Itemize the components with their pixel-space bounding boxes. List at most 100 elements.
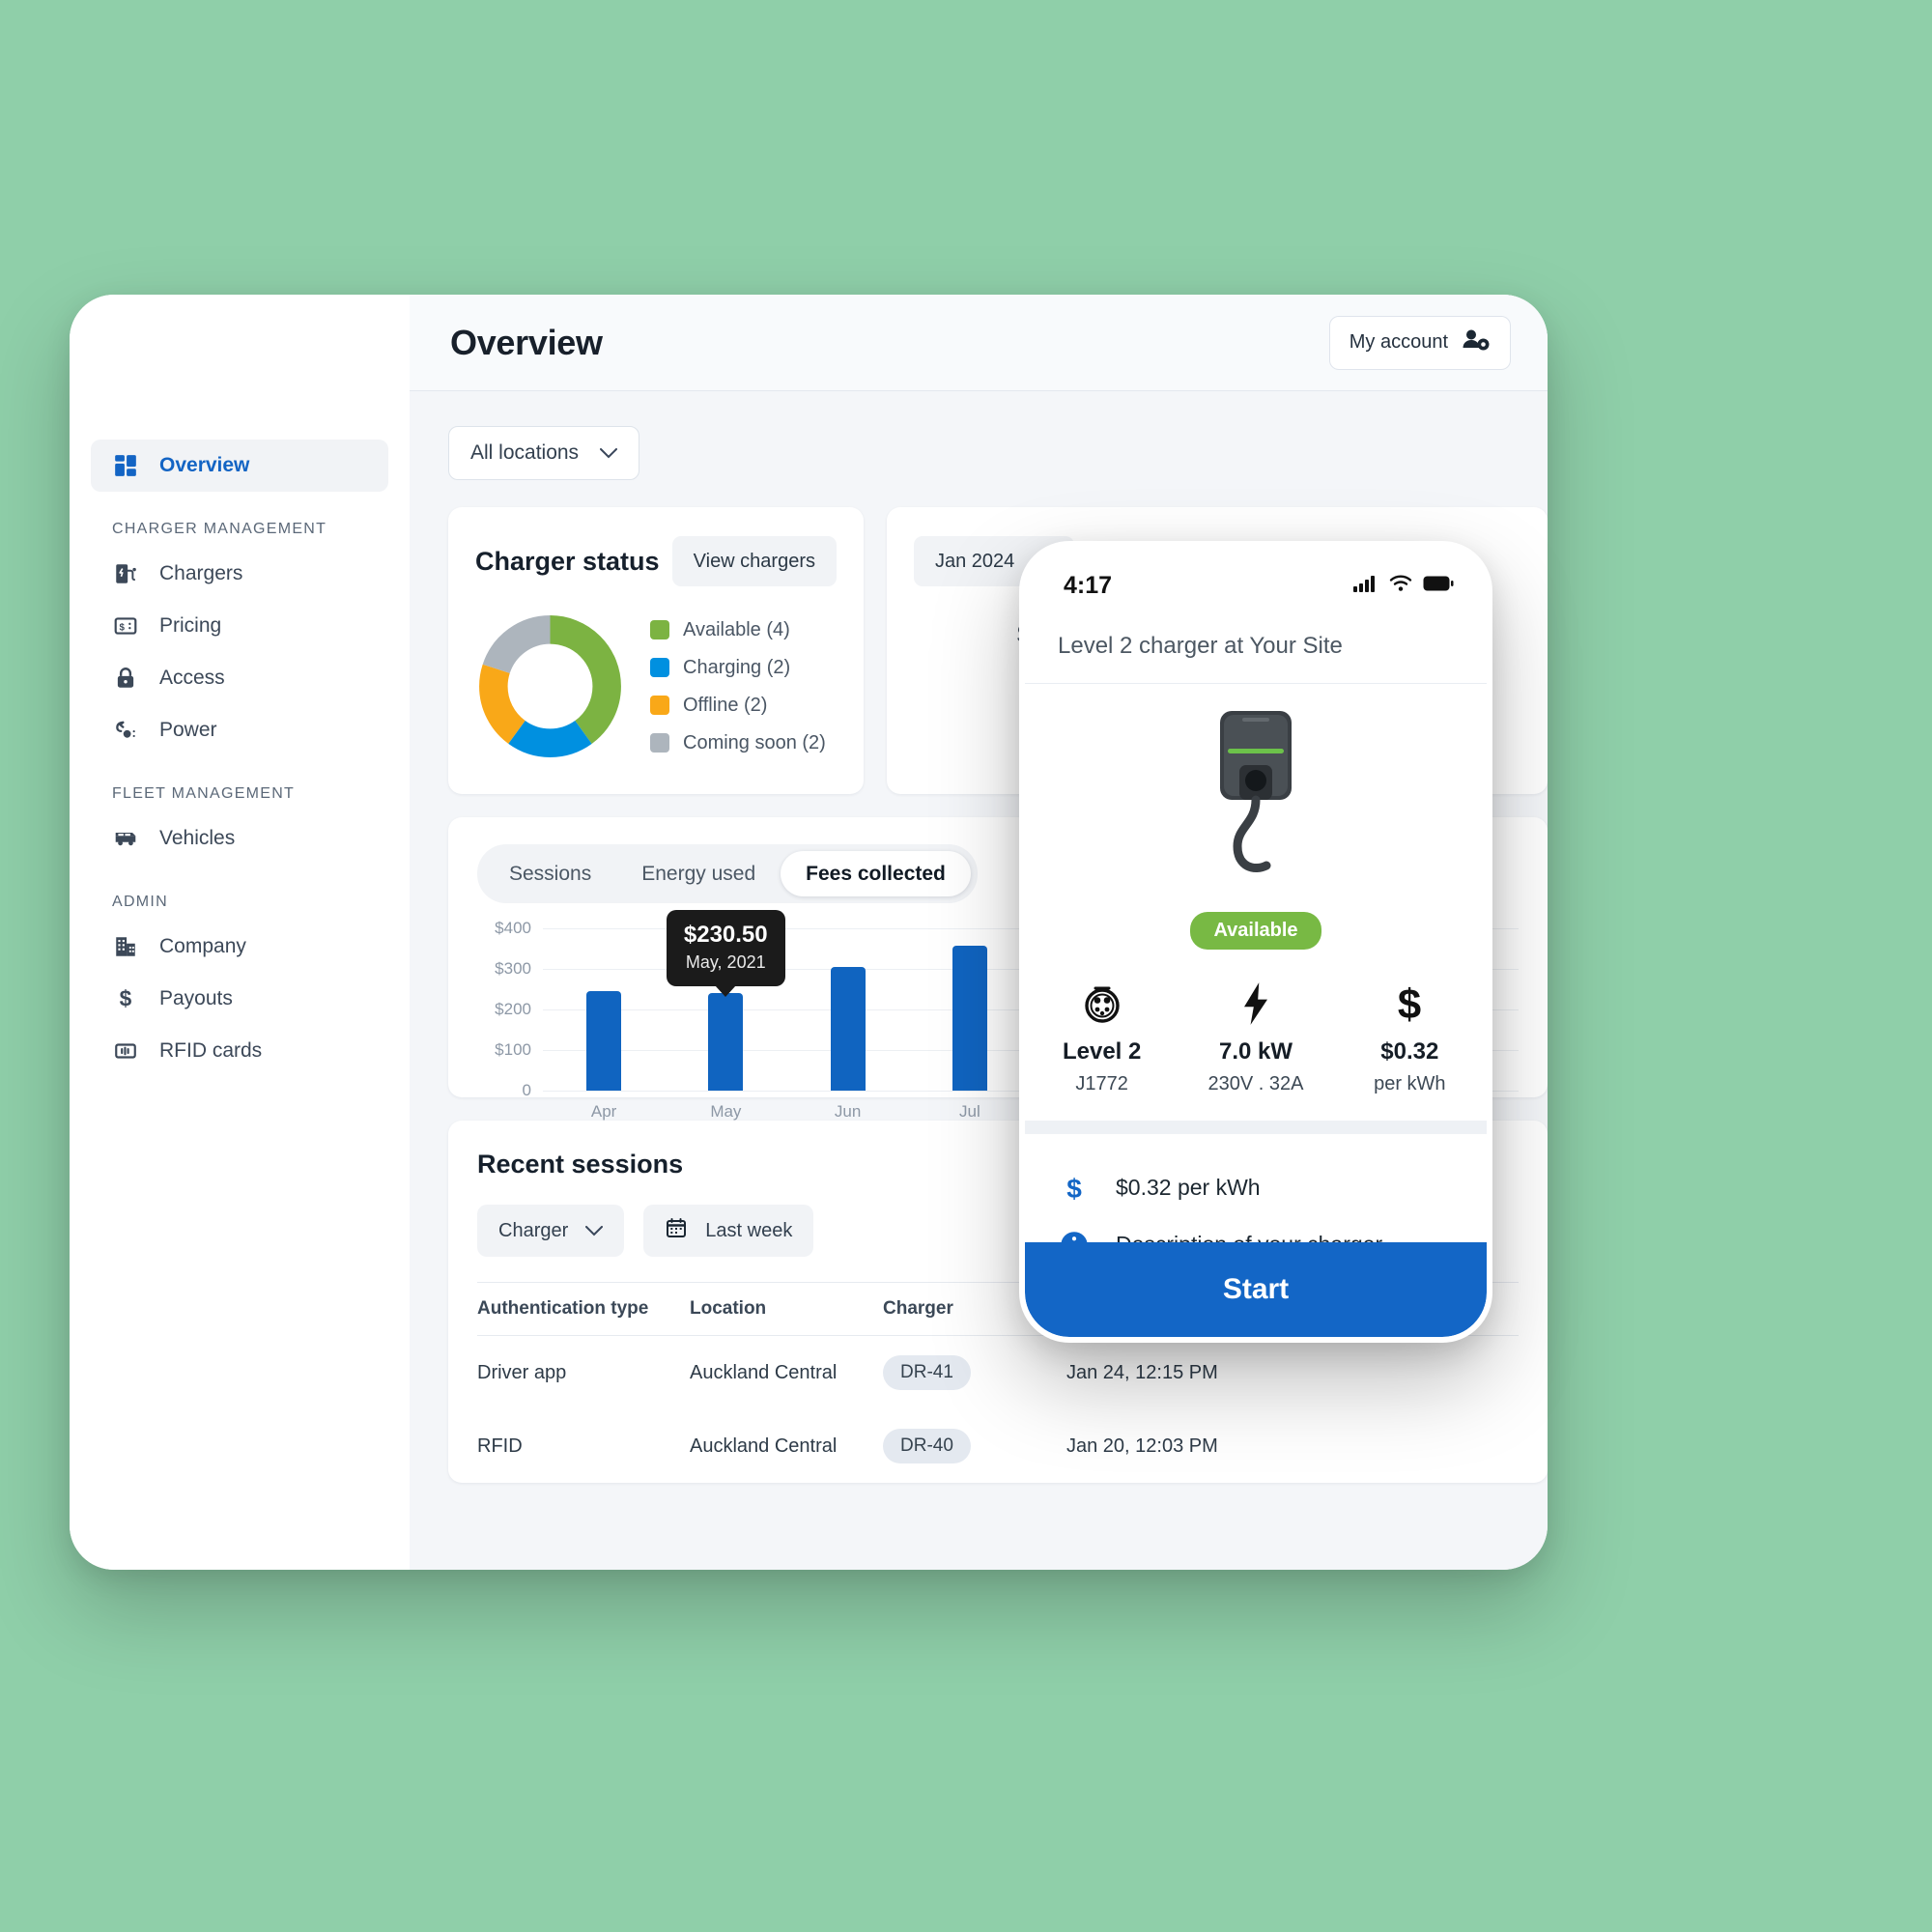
section-divider xyxy=(1025,1121,1487,1134)
location-filter-label: All locations xyxy=(470,441,580,464)
sidebar-group-admin: ADMIN xyxy=(112,894,168,910)
sidebar-item-access[interactable]: Access xyxy=(91,652,388,704)
chevron-down-icon xyxy=(585,1225,604,1236)
svg-text:$: $ xyxy=(1398,981,1421,1027)
sidebar-item-payouts[interactable]: $ Payouts xyxy=(91,973,388,1025)
date-range-filter[interactable]: Last week xyxy=(643,1205,814,1257)
dollar-icon: $ xyxy=(1333,979,1487,1029)
charger-photo xyxy=(1025,684,1487,906)
sidebar-item-power[interactable]: Power xyxy=(91,704,388,756)
j1772-connector-icon xyxy=(1025,979,1179,1029)
spec-sub: per kWh xyxy=(1374,1073,1446,1094)
tooltip-value: $230.50 xyxy=(683,922,768,949)
y-axis-tick: $400 xyxy=(495,919,531,937)
cell-location: Auckland Central xyxy=(690,1361,838,1383)
chart-bar[interactable] xyxy=(830,966,866,1091)
chart-bar[interactable] xyxy=(586,991,622,1091)
rfid-card-icon xyxy=(112,1038,138,1065)
sidebar-item-label: Power xyxy=(159,719,217,741)
battery-icon xyxy=(1423,575,1454,597)
spec-power: 7.0 kW 230V . 32A xyxy=(1179,979,1332,1095)
spec-price: $ $0.32 per kWh xyxy=(1333,979,1487,1095)
metric-tabs: Sessions Energy used Fees collected xyxy=(477,844,978,903)
charger-filter-dropdown[interactable]: Charger xyxy=(477,1205,625,1257)
ev-charger-icon xyxy=(112,561,138,587)
building-icon xyxy=(112,934,138,960)
location-filter-dropdown[interactable]: All locations xyxy=(448,426,640,480)
bolt-icon xyxy=(1179,979,1332,1029)
table-row[interactable]: RFID Auckland Central DR-40 Jan 20, 12:0… xyxy=(477,1409,1519,1483)
sidebar-item-label: Company xyxy=(159,935,246,957)
charger-title: Level 2 charger at Your Site xyxy=(1025,606,1487,684)
charger-filter-label: Charger xyxy=(498,1219,569,1241)
sidebar-item-overview[interactable]: Overview xyxy=(91,440,388,492)
price-tag-icon: $ xyxy=(112,613,138,639)
svg-text:$: $ xyxy=(119,622,125,633)
view-chargers-button[interactable]: View chargers xyxy=(671,536,837,586)
col-authentication-type[interactable]: Authentication type xyxy=(477,1282,690,1336)
sidebar-group-fleet-management: FLEET MANAGEMENT xyxy=(112,785,296,802)
dollar-icon: $ xyxy=(112,986,138,1012)
tab-fees-collected[interactable]: Fees collected xyxy=(781,851,971,896)
status-time: 4:17 xyxy=(1064,572,1113,599)
spec-connector: Level 2 J1772 xyxy=(1025,979,1179,1095)
legend-swatch-offline xyxy=(650,696,669,715)
charger-status-title: Charger status xyxy=(475,546,660,576)
legend-label: Offline (2) xyxy=(683,694,768,716)
y-axis-tick: 0 xyxy=(522,1081,531,1099)
sidebar-item-pricing[interactable]: $ Pricing xyxy=(91,600,388,652)
x-axis-tick: Jul xyxy=(959,1102,980,1121)
spec-sub: 230V . 32A xyxy=(1208,1073,1304,1094)
sidebar-item-company[interactable]: Company xyxy=(91,921,388,973)
charger-status-legend: Available (4) Charging (2) Offline (2) C… xyxy=(650,619,826,754)
charger-chip: DR-40 xyxy=(883,1429,971,1463)
charger-specs: Level 2 J1772 7.0 kW 230V . 32A $ $0.32 … xyxy=(1025,979,1487,1095)
spec-sub: J1772 xyxy=(1075,1073,1128,1094)
sidebar-item-label: Vehicles xyxy=(159,827,236,849)
chart-tooltip: $230.50 May, 2021 xyxy=(666,910,785,998)
cell-location: Auckland Central xyxy=(690,1435,838,1457)
cell-start-time: Jan 20, 12:03 PM xyxy=(1066,1435,1218,1457)
sidebar-item-label: Chargers xyxy=(159,562,243,584)
plug-icon xyxy=(112,718,138,744)
lock-icon xyxy=(112,666,138,692)
calendar-icon xyxy=(665,1216,688,1245)
sidebar-item-chargers[interactable]: Chargers xyxy=(91,548,388,600)
sidebar-item-vehicles[interactable]: Vehicles xyxy=(91,812,388,865)
legend-swatch-coming-soon xyxy=(650,733,669,753)
legend-label: Available (4) xyxy=(683,618,790,640)
sidebar-group-charger-management: CHARGER MANAGEMENT xyxy=(112,521,327,537)
svg-text:$: $ xyxy=(119,986,131,1011)
legend-item: Charging (2) xyxy=(650,657,826,679)
cell-start-time: Jan 24, 12:15 PM xyxy=(1066,1361,1218,1383)
info-text: $0.32 per kWh xyxy=(1116,1175,1261,1200)
table-row[interactable]: Driver app Auckland Central DR-41 Jan 24… xyxy=(477,1336,1519,1410)
legend-swatch-available xyxy=(650,620,669,639)
tab-energy-used[interactable]: Energy used xyxy=(616,851,781,896)
sidebar-item-label: Overview xyxy=(159,454,250,476)
cell-auth: Driver app xyxy=(477,1361,567,1383)
dollar-icon: $ xyxy=(1058,1173,1091,1204)
y-axis-tick: $100 xyxy=(495,1040,531,1059)
sidebar-item-label: RFID cards xyxy=(159,1039,263,1062)
chart-bar[interactable] xyxy=(952,945,987,1091)
sidebar-item-rfid-cards[interactable]: RFID cards xyxy=(91,1025,388,1077)
phone-status-bar: 4:17 xyxy=(1025,547,1487,606)
legend-label: Coming soon (2) xyxy=(683,731,826,753)
charger-status-card: Charger status View chargers Available (… xyxy=(448,507,864,794)
tab-sessions[interactable]: Sessions xyxy=(484,851,616,896)
x-axis-tick: Jun xyxy=(834,1102,862,1121)
cell-charger: DR-41 xyxy=(883,1336,1066,1410)
legend-item: Available (4) xyxy=(650,619,826,641)
spec-main: 7.0 kW xyxy=(1218,1038,1293,1065)
cell-status xyxy=(1289,1336,1519,1410)
col-location[interactable]: Location xyxy=(690,1282,883,1336)
start-charging-button[interactable]: Start xyxy=(1025,1242,1487,1337)
month-filter-label: Jan 2024 xyxy=(935,550,1015,572)
date-range-label: Last week xyxy=(705,1219,793,1241)
user-gear-icon xyxy=(1462,327,1491,358)
charger-chip: DR-41 xyxy=(883,1355,971,1390)
chart-bar[interactable] xyxy=(708,993,744,1091)
my-account-button[interactable]: My account xyxy=(1328,315,1511,370)
wifi-icon xyxy=(1389,575,1412,597)
